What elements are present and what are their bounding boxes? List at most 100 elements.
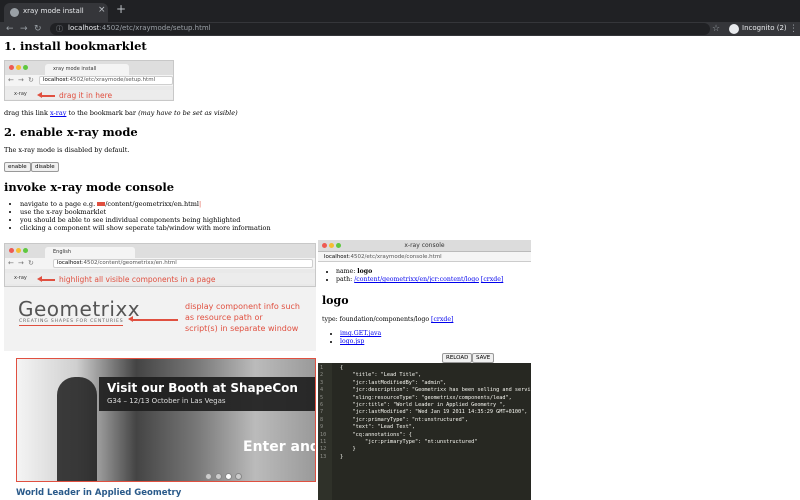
mini-forward-icon: → [18,259,24,267]
code-line: { [340,365,344,371]
banner-enter-text: Enter and [243,439,316,455]
line-number: 1 [320,365,324,371]
close-tab-icon[interactable]: × [98,5,106,15]
component-heading: logo [322,294,349,307]
line-number: 10 [320,431,327,438]
line-number: 13 [320,453,327,460]
incognito-label[interactable]: Incognito (2) [742,24,787,32]
line-number: 6 [320,402,324,408]
file-link-img-get[interactable]: img.GET.java [340,330,381,337]
line-number: 12 [320,446,327,453]
list-item: name: logo [336,268,503,276]
save-button[interactable]: SAVE [472,353,495,363]
tab-title: xray mode install [23,7,84,15]
component-info-hint: display component info such as resource … [185,302,301,333]
carousel-dot[interactable] [215,473,222,480]
tab-strip: xray mode install × + [0,0,800,22]
code-line: "cq:annotations": { [340,431,412,438]
carousel-dot[interactable] [225,473,232,480]
arrow-left-icon [37,276,55,282]
file-link-logo-jsp[interactable]: logo.jsp [340,338,364,345]
enable-button[interactable]: enable [4,162,31,172]
address-url: localhost:4502/etc/xraymode/setup.html [68,24,211,32]
code-line: "sling:resourceType": "geometrixx/compon… [340,394,512,401]
globe-icon [10,8,19,17]
code-line: "jcr:description": "Geometrixx has been … [340,387,531,394]
disable-button[interactable]: disable [31,162,59,172]
path-link[interactable]: /content/geometrixx/en/jcr:content/logo [354,276,479,283]
section-enable-heading: 2. enable x-ray mode [4,125,138,139]
forward-icon[interactable]: → [20,22,28,36]
person-image [57,377,97,481]
banner-heading: Visit our Booth at ShapeCon [107,381,298,395]
geometrixx-header-screenshot: Geometrixx CREATING SHAPES FOR CENTURIES… [4,287,316,351]
incognito-icon[interactable] [729,24,739,34]
script-files: img.GET.java logo.jsp [328,330,381,346]
line-number: 2 [320,372,324,379]
component-props: name: logo path: /content/geometrixx/en/… [328,268,503,284]
line-number: 11 [320,439,327,445]
json-code-editor[interactable]: 1 {2 "title": "Lead Title", 3 "jcr:lastMod… [318,363,531,500]
geometrixx-logo: Geometrixx [18,297,141,321]
carousel-dot[interactable] [235,473,242,480]
mini-reload-icon: ↻ [28,76,34,84]
section-install-heading: 1. install bookmarklet [4,39,147,53]
code-line: } [340,446,356,453]
console-url: localhost:4502/etc/xraymode/console.html [318,252,531,262]
code-line: "jcr:title": "World Leader in Applied Ge… [340,402,506,408]
reload-button[interactable]: RELOAD [442,353,473,363]
line-number: 3 [320,379,324,386]
arrow-left-icon [37,92,55,98]
code-line: "jcr:primaryType": "nt:unstructured", [340,416,469,423]
code-line: "jcr:primaryType": "nt:unstructured" [340,439,478,445]
install-description: drag this link x-ray to the bookmark bar… [4,109,238,117]
browser-toolbar: ← → ↻ ⓘ localhost:4502/etc/xraymode/setu… [0,22,800,36]
mini-bookmark-xray: x-ray [14,275,27,281]
info-icon[interactable]: ⓘ [56,24,63,34]
shapecon-banner: Visit our Booth at ShapeCon G34 – 12/13 … [16,358,316,482]
type-crxde-link[interactable]: [crxde] [431,316,453,323]
section-console-heading: invoke x-ray mode console [4,180,175,194]
carousel-dot[interactable] [205,473,212,480]
mini-tab: xray mode install [45,64,129,75]
tab-xray-mode-install[interactable]: xray mode install × [4,3,108,22]
code-line: } [340,453,344,460]
list-item: logo.jsp [340,338,381,346]
console-title: x-ray console [404,242,445,249]
new-tab-icon[interactable]: + [116,2,126,16]
enable-description: The x-ray mode is disabled by default. [4,146,130,154]
mini-bookmark-xray: x-ray [14,91,27,97]
mini-forward-icon: → [18,76,24,84]
code-line: "title": "Lead Title", [340,372,422,379]
mini-url: localhost:4502/content/geometrixx/en.htm… [53,259,313,268]
code-line: "text": "Lead Text", [340,424,415,431]
address-bar[interactable]: ⓘ localhost:4502/etc/xraymode/setup.html [50,23,710,35]
code-line: "jcr:lastModifiedBy": "admin", [340,379,447,386]
list-item: path: /content/geometrixx/en/jcr:content… [336,276,503,284]
banner-subtitle: G34 – 12/13 October in Las Vegas [107,397,226,405]
instruction-list: navigate to a page e.g. /content/geometr… [10,200,271,232]
highlight-hint: highlight all visible components in a pa… [59,275,216,284]
carousel-dots [205,465,245,481]
component-type: type: foundation/components/logo [crxde] [322,316,454,323]
list-item: clicking a component will show seperate … [20,224,271,232]
reload-icon[interactable]: ↻ [34,22,42,36]
mini-tab: English [45,247,135,258]
list-item: use the x-ray bookmarklet [20,208,271,216]
crxde-link[interactable]: [crxde] [481,276,503,283]
back-icon[interactable]: ← [6,22,14,36]
menu-icon[interactable]: ⋮ [789,22,798,36]
line-number: 7 [320,409,324,416]
bookmark-bar-screenshot: xray mode install ← → ↻ localhost:4502/e… [4,60,174,101]
bookmark-star-icon[interactable]: ☆ [712,22,720,36]
xray-bookmarklet-link[interactable]: x-ray [50,109,66,117]
code-line: "jcr:lastModified": "Wed Jan 19 2011 14:… [340,409,528,416]
drag-hint: drag it in here [59,91,113,100]
mini-back-icon: ← [8,76,14,84]
line-number: 4 [320,387,324,394]
list-item: img.GET.java [340,330,381,338]
line-number: 9 [320,424,324,431]
mini-reload-icon: ↻ [28,259,34,267]
geometrixx-tagline: CREATING SHAPES FOR CENTURIES [19,319,124,326]
arrow-left-icon [128,316,178,322]
